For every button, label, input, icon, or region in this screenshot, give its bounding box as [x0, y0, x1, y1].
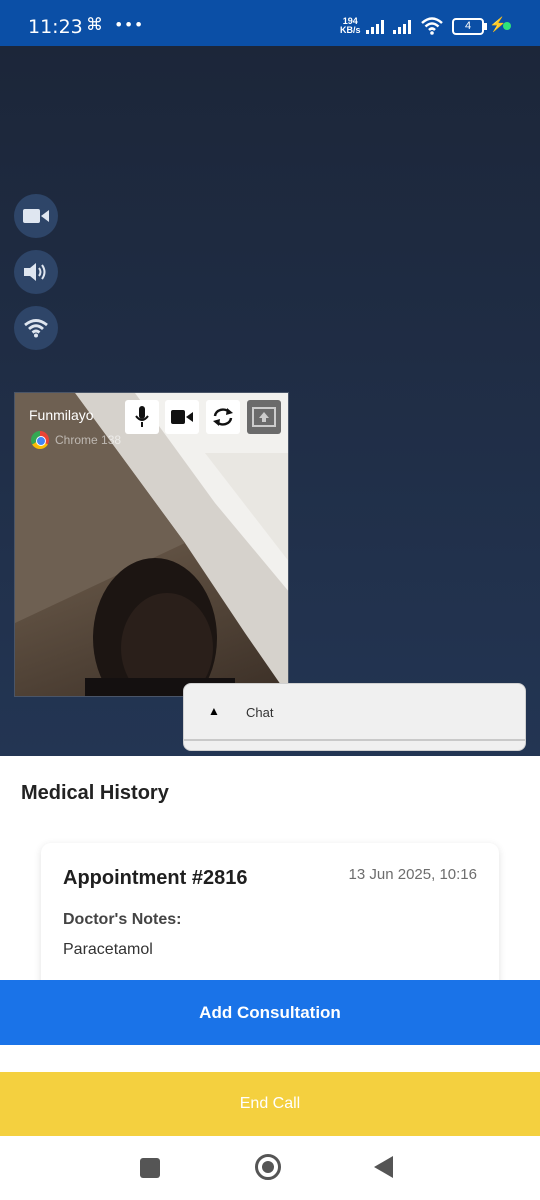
status-time: 11:23: [28, 16, 83, 38]
appointment-card[interactable]: Appointment #2816 13 Jun 2025, 10:16 Doc…: [41, 843, 499, 993]
signal-icon: [366, 20, 384, 34]
chat-label: Chat: [246, 705, 274, 720]
battery-tip: [484, 23, 487, 30]
speaker-icon: [24, 263, 46, 281]
chat-expand-icon[interactable]: ▲: [208, 704, 220, 718]
video-camera-icon: [23, 209, 49, 223]
browser-indicator: Chrome 138: [31, 431, 121, 449]
share-screen-icon: [252, 407, 276, 427]
end-call-button[interactable]: End Call: [0, 1072, 540, 1136]
system-nav-bar: [0, 1136, 540, 1200]
video-camera-icon: [171, 410, 193, 424]
wifi-status-icon: [421, 17, 443, 35]
network-quality-button[interactable]: [14, 306, 58, 350]
appointment-title: Appointment #2816: [63, 867, 248, 889]
share-screen-button[interactable]: [247, 400, 281, 434]
home-icon[interactable]: [255, 1154, 281, 1180]
local-video-preview[interactable]: Funmilayo Chrome 138: [14, 392, 289, 697]
switch-camera-icon: [213, 408, 233, 426]
back-icon[interactable]: [374, 1156, 393, 1178]
switch-camera-button[interactable]: [206, 400, 240, 434]
mute-mic-button[interactable]: [125, 400, 159, 434]
network-speed: 194 KB/s: [340, 16, 361, 35]
microphone-icon: [135, 406, 149, 427]
signal-icon: [393, 20, 411, 34]
appointment-date: 13 Jun 2025, 10:16: [348, 866, 477, 883]
doctor-notes-label: Doctor's Notes:: [63, 911, 182, 928]
camera-toggle-button[interactable]: [165, 400, 199, 434]
chrome-logo-icon: [31, 431, 49, 449]
browser-label: Chrome 138: [55, 433, 122, 447]
chat-panel[interactable]: ▲ Chat: [183, 683, 526, 751]
battery-icon: 4: [452, 18, 484, 35]
privacy-indicator-dot: [503, 22, 511, 30]
video-toggle-button[interactable]: [14, 194, 58, 238]
speaker-toggle-button[interactable]: [14, 250, 58, 294]
doctor-notes-value: Paracetamol: [63, 941, 153, 958]
add-consultation-button[interactable]: Add Consultation: [0, 980, 540, 1045]
recent-apps-icon[interactable]: [140, 1158, 160, 1178]
medical-history-title: Medical History: [21, 782, 169, 804]
chat-divider: [184, 739, 525, 741]
participant-name: Funmilayo: [29, 407, 94, 423]
status-bar: 11:23 ⌘ ••• 194 KB/s 4 ⚡: [0, 0, 540, 46]
notification-icons: ⌘ •••: [86, 15, 146, 34]
wifi-icon: [24, 319, 48, 338]
